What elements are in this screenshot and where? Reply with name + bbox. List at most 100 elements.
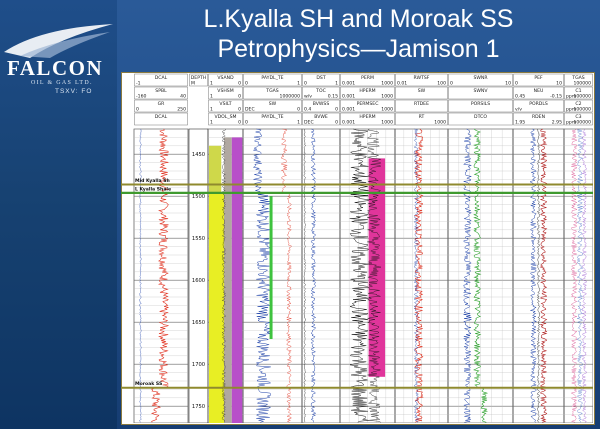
neu-curve — [529, 128, 538, 423]
toc-curve — [310, 128, 317, 423]
curve-name-label: SW — [418, 88, 426, 94]
bvw-curve — [303, 128, 306, 423]
curve-scale-max: 0 — [238, 81, 241, 87]
curve-scale-min: 0 — [245, 81, 248, 87]
gr-curve — [150, 128, 169, 423]
curve-name-label: VDOL_SM — [214, 114, 236, 120]
formation-top-label: L Kyalla Shale — [135, 186, 171, 192]
curve-scale-max: 100 — [437, 81, 446, 87]
curve-scale-min: M — [191, 81, 195, 87]
depth-tick-label: 1600 — [192, 278, 205, 284]
curve-name-label: C2 — [575, 101, 581, 107]
silt-fill — [224, 137, 232, 423]
curve-scale-min: 0 — [450, 81, 453, 87]
curve-name-label: HPERM — [359, 88, 375, 94]
curve-name-label: DTCO — [474, 114, 487, 120]
curve-scale-min: 0.01 — [397, 81, 407, 87]
curve-scale-max: 1000000 — [280, 94, 301, 100]
curve-scale-max: 1 — [297, 81, 300, 87]
curve-scale-max: 0 — [238, 94, 241, 100]
curve-name-label: TGAS — [265, 88, 279, 94]
depth-tick-label: 1650 — [192, 320, 205, 326]
curve-scale-min: 0.45 — [515, 94, 525, 100]
curve-name-label: DCAL — [155, 75, 168, 81]
curve-scale-min: v/v — [515, 107, 522, 113]
brand-tagline: OIL & GAS LTD. — [31, 80, 93, 86]
curve-scale-max: 1000 — [434, 120, 446, 126]
curve-scale-max: 100000 — [573, 94, 591, 100]
curve-scale-min: 0 — [245, 120, 248, 126]
porsils-curve — [462, 128, 473, 423]
curve-scale-max: 0 — [335, 120, 338, 126]
curve-name-label: PORDLS — [529, 101, 548, 107]
c3-curve — [581, 128, 588, 423]
curve-scale-max: 250 — [177, 107, 186, 113]
curve-name-label: RTDEE — [414, 101, 429, 107]
curve-scale-min: 1 — [210, 107, 213, 113]
curve-scale-max: 0 — [335, 107, 338, 113]
curve-name-label: PERM — [361, 75, 374, 81]
curve-scale-max: 1 — [297, 120, 300, 126]
curve-name-label: RDEN — [532, 114, 545, 120]
curve-scale-min: 0.001 — [342, 94, 355, 100]
brand-name: FALCON — [7, 56, 104, 80]
curve-scale-min: 0 — [515, 81, 518, 87]
curve-scale-max: 10 — [505, 81, 511, 87]
curve-name-label: PEF — [534, 75, 543, 81]
curve-scale-max: 1000 — [381, 81, 393, 87]
curve-name-label: NEU — [534, 88, 544, 94]
curve-scale-max: 2.95 — [552, 120, 562, 126]
curve-name-label: DST — [316, 75, 325, 81]
falcon-logo-icon — [4, 24, 113, 58]
curve-name-label: SWNV — [473, 88, 488, 94]
curve-scale-max: -0.15 — [550, 94, 562, 100]
curve-scale-max: 0 — [297, 107, 300, 113]
curve-name-label: BVWSS — [313, 101, 330, 107]
curve-name-label: RT — [419, 114, 425, 120]
hperm-curve — [349, 128, 370, 423]
well-log-chart: DCAL-1SPBL-160 40GR0 250DCALDEPTHMVSAND1 0V… — [121, 73, 593, 423]
curve-name-label: PAYDL_TE — [261, 114, 283, 120]
curve-scale-min: 1 — [210, 94, 213, 100]
curve-scale-min: 0.001 — [342, 107, 355, 113]
formation-top-label: Mid Kyalla Sh — [135, 178, 170, 184]
curve-scale-max: 0.15 — [328, 94, 338, 100]
curve-scale-min: 0.4 — [304, 107, 311, 113]
curve-scale-max: 100000 — [573, 81, 591, 87]
curve-name-label: TOC — [315, 88, 326, 94]
curve-name-label: TGAS — [571, 75, 585, 81]
curve-name-label: PERMSEC — [357, 101, 379, 107]
depth-tick-label: 1700 — [192, 362, 205, 368]
curve-name-label: DEPTH — [191, 75, 206, 81]
curve-name-label: SW — [269, 101, 277, 107]
curve-name-label: VSILT — [219, 101, 231, 107]
curve-scale-max: 10 — [556, 81, 562, 87]
curve-name-label: RWTSF — [414, 75, 430, 81]
curve-scale-min: 1 — [210, 81, 213, 87]
track-frame — [512, 128, 565, 423]
curve-scale-min: w/v — [304, 94, 312, 100]
curve-scale-min: 1 — [210, 120, 213, 126]
curve-scale-min: 0.001 — [342, 81, 355, 87]
c2-curve — [576, 128, 584, 423]
curve-name-label: VSAND — [217, 75, 234, 81]
curve-name-label: GR — [158, 101, 166, 107]
curve-scale-max: 0 — [238, 120, 241, 126]
track-frame — [188, 128, 209, 423]
dolomite-fill — [231, 137, 243, 423]
curve-scale-min: -160 — [136, 94, 147, 100]
track-frame — [301, 128, 341, 423]
curve-scale-min: 0 — [304, 81, 307, 87]
curve-scale-min: -1 — [136, 81, 141, 87]
curve-scale-min: 1.95 — [515, 120, 525, 126]
curve-scale-min: 0 — [136, 107, 139, 113]
curve-name-label: HPERM — [359, 114, 375, 120]
rden-curve — [539, 128, 548, 423]
curve-scale-min: 0.001 — [342, 120, 355, 126]
curve-scale-max: 1000 — [381, 107, 393, 113]
c1-curve — [570, 128, 578, 423]
slide-title-line1: L.Kyalla SH and Moroak SS — [203, 5, 514, 33]
pay-flag — [269, 196, 273, 339]
curve-name-label: SPBL — [155, 88, 167, 94]
curve-name-label: DCAL — [155, 114, 168, 120]
